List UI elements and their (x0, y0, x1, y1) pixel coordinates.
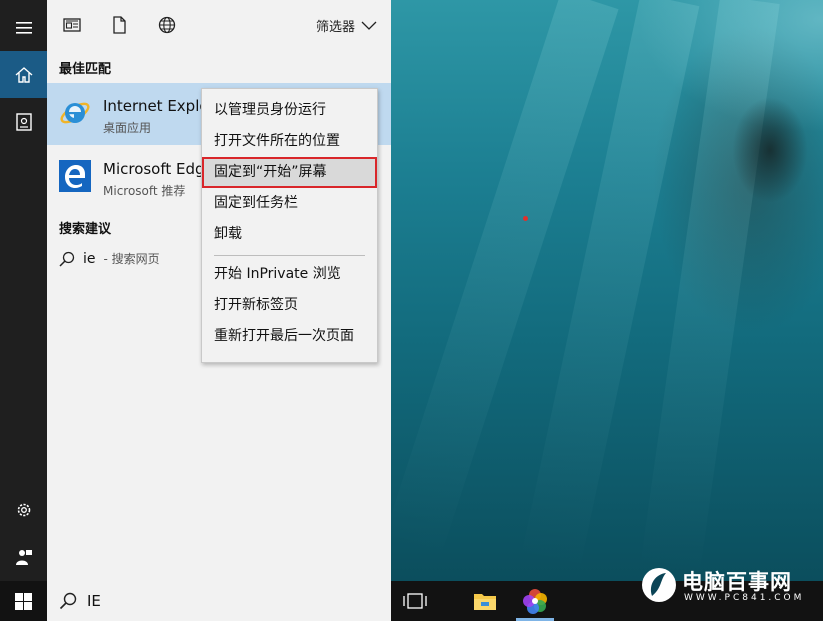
apps-scope-icon[interactable] (62, 15, 82, 35)
menu-item-new-tab[interactable]: 打开新标签页 (202, 290, 377, 321)
result-subtitle: Microsoft 推荐 (103, 184, 186, 198)
filter-label: 筛选器 (315, 20, 355, 35)
menu-item-pin-to-taskbar[interactable]: 固定到任务栏 (202, 188, 377, 219)
watermark-url: WWW.PC841.COM (684, 593, 805, 603)
hamburger-icon (15, 21, 32, 34)
suggestion-query: ie (83, 250, 96, 267)
brand-logo-icon (642, 568, 676, 602)
context-menu: 以管理员身份运行 打开文件所在的位置 固定到“开始”屏幕 固定到任务栏 卸载 开… (201, 88, 378, 363)
web-scope-icon[interactable] (157, 15, 177, 35)
web-suggestion[interactable]: ie - 搜索网页 (59, 250, 160, 267)
notebook-icon (15, 112, 32, 131)
menu-item-start-inprivate[interactable]: 开始 InPrivate 浏览 (202, 259, 377, 290)
task-view-button[interactable] (401, 587, 429, 615)
folder-icon (474, 594, 496, 610)
gear-icon (17, 503, 30, 516)
hamburger-menu-button[interactable] (0, 4, 47, 51)
watermark-brand: 电脑百事网 (682, 570, 792, 594)
documents-scope-icon[interactable] (109, 15, 129, 35)
windows-logo-icon (15, 592, 32, 610)
feedback-button[interactable] (0, 533, 47, 580)
task-view-icon (403, 593, 427, 609)
settings-button[interactable] (0, 486, 47, 533)
result-title: Microsoft Edg (103, 160, 205, 178)
menu-item-uninstall[interactable]: 卸载 (202, 219, 377, 250)
internet-explorer-icon (60, 102, 90, 124)
suggestion-hint: - 搜索网页 (103, 252, 160, 266)
result-subtitle: 桌面应用 (103, 121, 152, 135)
swimmer-silhouette (700, 60, 820, 230)
start-button[interactable] (0, 581, 47, 621)
cursor-dot (523, 216, 528, 221)
start-rail (0, 0, 47, 581)
menu-separator (214, 255, 365, 256)
menu-item-reopen-last-session[interactable]: 重新打开最后一次页面 (202, 321, 377, 352)
home-button[interactable] (0, 51, 47, 98)
feedback-icon (15, 549, 32, 565)
search-icon (59, 251, 75, 267)
search-suggestions-heading: 搜索建议 (59, 222, 112, 237)
color-wheel-icon (523, 589, 547, 614)
menu-item-open-file-location[interactable]: 打开文件所在的位置 (202, 126, 377, 157)
best-match-heading: 最佳匹配 (59, 62, 112, 77)
menu-item-pin-to-start[interactable]: 固定到“开始”屏幕 (202, 157, 377, 188)
colorful-app-button[interactable] (521, 587, 549, 615)
menu-item-run-as-admin[interactable]: 以管理员身份运行 (202, 95, 377, 126)
microsoft-edge-icon (59, 160, 91, 192)
scope-toolbar: 筛选器 (47, 0, 391, 50)
site-watermark: 电脑百事网 WWW.PC841.COM (640, 564, 820, 614)
chevron-down-icon (361, 21, 377, 30)
filter-dropdown[interactable]: 筛选器 (316, 16, 377, 35)
file-explorer-button[interactable] (471, 587, 499, 615)
home-icon (15, 66, 32, 83)
search-input[interactable] (85, 591, 349, 611)
notebook-button[interactable] (0, 98, 47, 145)
taskbar-search-box[interactable] (47, 581, 391, 621)
search-icon (59, 592, 77, 610)
result-title: Internet Explo (103, 97, 209, 115)
